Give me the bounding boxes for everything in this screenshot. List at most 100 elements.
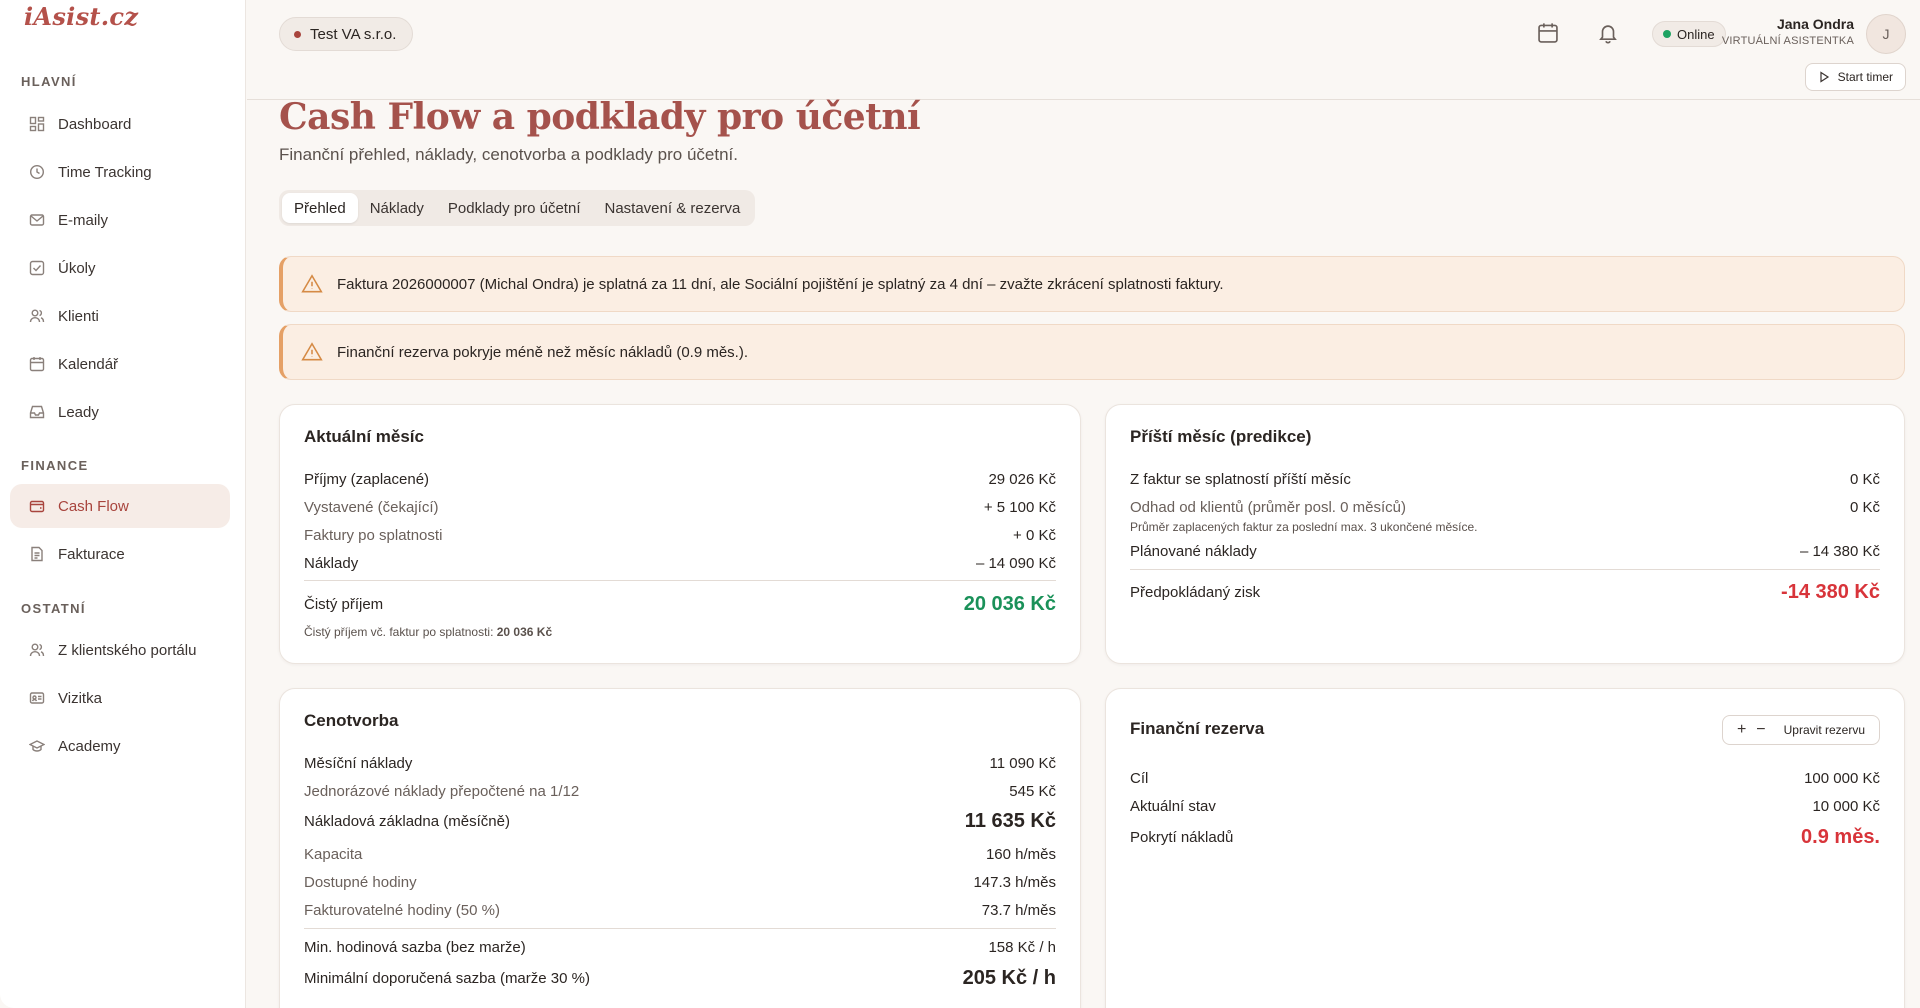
sidebar-item-label: Klienti: [58, 307, 99, 325]
expected-profit-row: Předpokládaný zisk -14 380 Kč: [1130, 581, 1880, 604]
sidebar-item-label: Vizitka: [58, 689, 102, 707]
edit-reserve-button[interactable]: + − Upravit rezervu: [1721, 715, 1880, 745]
tab-settings-reserve[interactable]: Nastavení & rezerva: [593, 193, 753, 223]
sidebar-item-calendar[interactable]: Kalendář: [10, 342, 230, 386]
users-icon: [26, 305, 48, 327]
row-label: Pokrytí nákladů: [1130, 829, 1234, 846]
sidebar-item-label: E-maily: [58, 211, 109, 229]
dashboard-icon: [26, 113, 48, 135]
minus-icon: −: [1756, 721, 1766, 738]
row-label: Čistý příjem: [304, 596, 384, 613]
sidebar-item-academy[interactable]: Academy: [10, 724, 230, 768]
bell-icon[interactable]: [1597, 22, 1621, 46]
clock-icon: [26, 161, 48, 183]
company-switcher[interactable]: Test VA s.r.o.: [279, 17, 414, 51]
row-label: Cíl: [1130, 770, 1149, 787]
tab-costs[interactable]: Náklady: [358, 193, 436, 223]
logo[interactable]: iAsist.cz: [24, 2, 138, 31]
company-dot: [294, 30, 301, 38]
online-dot: [1663, 30, 1671, 38]
row-label: Jednorázové náklady přepočtené na 1/12: [304, 783, 580, 800]
capacity-row: Kapacita 160 h/měs: [304, 846, 1056, 863]
warning-icon: [301, 274, 323, 293]
overdue-invoices-row: Faktury po splatnosti + 0 Kč: [304, 527, 1056, 544]
income-paid-row: Příjmy (zaplacené) 29 026 Kč: [304, 471, 1056, 488]
divider: [304, 580, 1056, 581]
topbar: Test VA s.r.o. Online Jana Ondra VIRTUÁL…: [247, 0, 1920, 100]
divider: [1130, 569, 1880, 570]
mail-icon: [26, 209, 48, 231]
card-title: Aktuální měsíc: [304, 427, 424, 446]
calendar-icon: [26, 353, 48, 375]
row-label: Odhad od klientů (průměr posl. 0 měsíců): [1130, 499, 1406, 516]
row-value: 0 Kč: [1849, 471, 1880, 488]
document-icon: [26, 543, 48, 565]
plus-icon: +: [1736, 721, 1747, 738]
avatar[interactable]: J: [1866, 14, 1906, 54]
cost-coverage-value: 0.9 měs.: [1801, 826, 1880, 848]
graduation-cap-icon: [26, 735, 48, 757]
sidebar-item-clients[interactable]: Klienti: [10, 294, 230, 338]
sidebar-item-client-portal[interactable]: Z klientského portálu: [10, 628, 230, 672]
online-status-badge[interactable]: Online: [1652, 21, 1726, 47]
row-value: + 0 Kč: [1013, 527, 1056, 544]
next-month-card: Příští měsíc (predikce) Z faktur se spla…: [1105, 404, 1905, 664]
start-timer-label: Start timer: [1837, 70, 1893, 84]
row-label: Fakturovatelné hodiny (50 %): [304, 902, 500, 919]
sidebar-item-leads[interactable]: Leady: [10, 390, 230, 434]
tab-overview[interactable]: Přehled: [282, 193, 358, 223]
page-subtitle: Finanční přehled, náklady, cenotvorba a …: [279, 145, 738, 164]
nav-section-finance: FINANCE: [21, 458, 89, 473]
start-timer-button[interactable]: Start timer: [1804, 63, 1906, 91]
row-value: 545 Kč: [1009, 783, 1056, 800]
calendar-icon[interactable]: [1537, 22, 1561, 46]
row-value: 29 026 Kč: [988, 471, 1056, 488]
company-name: Test VA s.r.o.: [310, 25, 397, 43]
recommended-rate-value: 205 Kč / h: [962, 967, 1056, 989]
note-value: 20 036 Kč: [496, 625, 553, 639]
nav-section-main: HLAVNÍ: [21, 74, 77, 89]
reserve-card: Finanční rezerva + − Upravit rezervu Cíl…: [1105, 688, 1905, 1008]
user-role: VIRTUÁLNÍ ASISTENTKA: [1721, 35, 1854, 47]
tab-accountant-docs[interactable]: Podklady pro účetní: [436, 193, 593, 223]
checkbox-icon: [26, 257, 48, 279]
planned-costs-row: Plánované náklady – 14 380 Kč: [1130, 543, 1880, 560]
row-label: Náklady: [304, 555, 359, 572]
card-title: Příští měsíc (predikce): [1130, 427, 1312, 446]
warning-icon: [301, 342, 323, 361]
row-value: 147.3 h/měs: [973, 874, 1056, 891]
estimate-note: Průměr zaplacených faktur za poslední ma…: [1130, 520, 1478, 534]
sidebar-item-tasks[interactable]: Úkoly: [10, 246, 230, 290]
alert-invoice-due: Faktura 2026000007 (Michal Ondra) je spl…: [279, 256, 1905, 312]
expected-profit-value: -14 380 Kč: [1781, 581, 1880, 603]
row-label: Příjmy (zaplacené): [304, 471, 430, 488]
sidebar-item-invoicing[interactable]: Fakturace: [10, 532, 230, 576]
row-value: 160 h/měs: [985, 846, 1056, 863]
sidebar-item-label: Dashboard: [58, 115, 132, 133]
min-rate-row: Min. hodinová sazba (bez marže) 158 Kč /…: [304, 939, 1056, 956]
sidebar-item-label: Academy: [58, 737, 121, 755]
card-title: Finanční rezerva: [1130, 719, 1265, 738]
row-label: Kapacita: [304, 846, 363, 863]
reserve-current-row: Aktuální stav 10 000 Kč: [1130, 798, 1880, 815]
billable-hours-row: Fakturovatelné hodiny (50 %) 73.7 h/měs: [304, 902, 1056, 919]
row-label: Dostupné hodiny: [304, 874, 417, 891]
row-label: Vystavené (čekající): [304, 499, 439, 516]
invoices-next-month-row: Z faktur se splatností příští měsíc 0 Kč: [1130, 471, 1880, 488]
row-value: 0 Kč: [1849, 499, 1880, 516]
row-label: Předpokládaný zisk: [1130, 584, 1261, 601]
id-card-icon: [26, 687, 48, 709]
sidebar-item-label: Cash Flow: [58, 497, 129, 515]
nav-section-other: OSTATNÍ: [21, 601, 86, 616]
sidebar-item-label: Fakturace: [58, 545, 125, 563]
page-title: Cash Flow a podklady pro účetní: [279, 96, 921, 138]
sidebar-item-cash-flow[interactable]: Cash Flow: [10, 484, 230, 528]
sidebar-item-emails[interactable]: E-maily: [10, 198, 230, 242]
sidebar-item-time-tracking[interactable]: Time Tracking: [10, 150, 230, 194]
cost-coverage-row: Pokrytí nákladů 0.9 měs.: [1130, 826, 1880, 849]
sidebar-item-dashboard[interactable]: Dashboard: [10, 102, 230, 146]
user-name: Jana Ondra: [1776, 16, 1854, 32]
row-value: 11 090 Kč: [989, 755, 1056, 772]
sidebar-item-business-card[interactable]: Vizitka: [10, 676, 230, 720]
card-title: Cenotvorba: [304, 711, 399, 730]
